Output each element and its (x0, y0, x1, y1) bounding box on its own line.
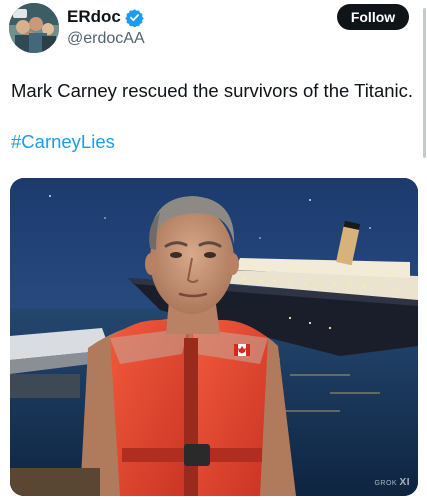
avatar[interactable] (9, 3, 59, 53)
tweet-text: Mark Carney rescued the survivors of the… (11, 80, 414, 101)
verified-badge-icon (125, 8, 144, 28)
tweet-image[interactable]: GROK XI (10, 178, 418, 496)
follow-button[interactable]: Follow (337, 4, 409, 30)
scrollbar[interactable] (423, 8, 426, 158)
generated-image-illustration (10, 178, 418, 496)
author-name-row[interactable]: ERdoc (67, 6, 144, 28)
grok-watermark: GROK XI (374, 477, 410, 488)
hashtag-link[interactable]: #CarneyLies (11, 131, 115, 153)
display-name[interactable]: ERdoc (67, 7, 121, 27)
tweet-header: ERdoc @erdocAA Follow (0, 0, 427, 60)
author-handle[interactable]: @erdocAA (67, 30, 145, 48)
watermark-prefix: GROK (374, 480, 398, 487)
watermark-mark: XI (399, 477, 410, 488)
